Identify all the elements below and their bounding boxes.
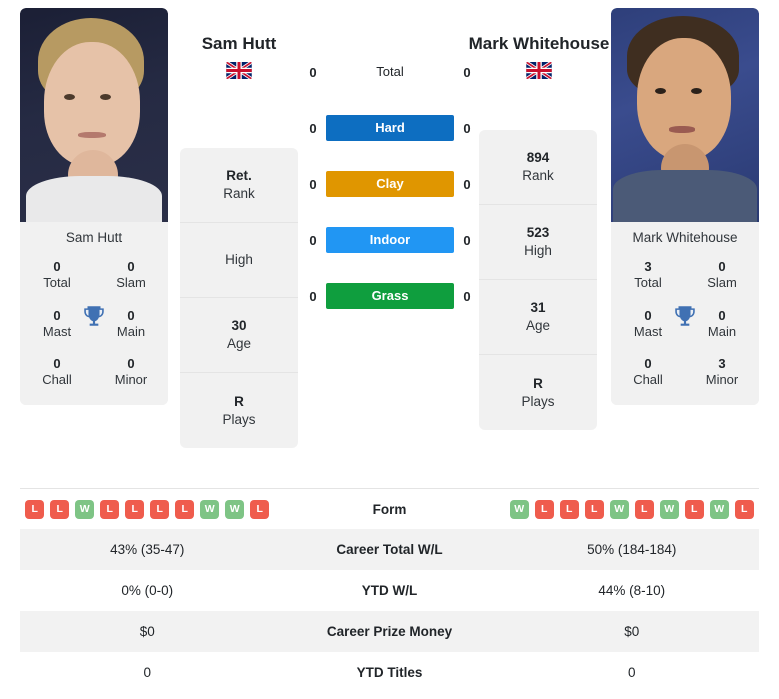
form-badge-w[interactable]: W <box>709 499 729 519</box>
title-stat: 0 Chall <box>633 356 663 388</box>
uk-flag-icon <box>526 62 552 80</box>
form-badge-w[interactable]: W <box>609 499 629 519</box>
title-stat: 0 Chall <box>42 356 72 388</box>
info-cell-high: 523 High <box>479 205 597 280</box>
trophy-icon <box>81 303 107 329</box>
form-cell-left: LLWLLLLWWL <box>20 499 275 519</box>
h2h-score-right: 0 <box>463 64 471 80</box>
h2h-score-left: 0 <box>309 288 317 304</box>
surface-badge-grass: Grass <box>326 283 454 309</box>
form-badge-l[interactable]: L <box>50 499 70 519</box>
h2h-score-left: 0 <box>309 176 317 192</box>
form-badge-l[interactable]: L <box>734 499 754 519</box>
player-name-right[interactable]: Mark Whitehouse <box>468 33 610 80</box>
player-name-left-text: Sam Hutt <box>201 34 277 53</box>
player-photo-name-left: Sam Hutt <box>20 222 168 255</box>
h2h-row-total: 0 Total 0 <box>300 58 480 86</box>
h2h-score-left: 0 <box>309 232 317 248</box>
uk-flag-icon <box>226 62 252 80</box>
stat-value-right: 44% (8-10) <box>598 583 666 598</box>
info-cell-plays: R Plays <box>222 393 256 427</box>
h2h-score-right: 0 <box>463 120 471 136</box>
h2h-score-right: 0 <box>463 288 471 304</box>
h2h-row-grass: 0 Grass 0 <box>300 282 480 310</box>
stat-value-left: $0 <box>139 624 155 639</box>
head-to-head-panel: 0 Total 0 0 Hard 0 0 Clay 0 0 Indoor 0 0 <box>300 58 480 310</box>
table-row: 0 YTD Titles 0 <box>20 652 759 693</box>
info-column-left: Ret. Rank High 30 Age R Plays <box>180 148 298 448</box>
title-stat: 3 Total <box>634 259 662 291</box>
form-badge-l[interactable]: L <box>150 499 170 519</box>
info-cell-high: High <box>180 223 298 298</box>
form-badge-l[interactable]: L <box>559 499 579 519</box>
titles-grid-left: 0 Total 0 Slam 0 Mast 0 Main 0 Chall 0 M… <box>20 255 168 405</box>
h2h-score-right: 0 <box>463 176 471 192</box>
form-badge-l[interactable]: L <box>584 499 604 519</box>
stat-value-right: 0 <box>627 665 636 680</box>
comparison-header-section: Sam Hutt 0 Total 0 Slam 0 Mast 0 Main 0 … <box>0 0 779 470</box>
form-badge-w[interactable]: W <box>659 499 679 519</box>
title-stat: 3 Minor <box>705 356 739 388</box>
form-badge-w[interactable]: W <box>75 499 95 519</box>
form-badge-w[interactable]: W <box>509 499 529 519</box>
form-badge-l[interactable]: L <box>684 499 704 519</box>
titles-grid-right: 3 Total 0 Slam 0 Mast 0 Main 0 Chall 3 M… <box>611 255 759 405</box>
info-column-right: 894 Rank 523 High 31 Age R Plays <box>479 130 597 430</box>
table-row: $0 Career Prize Money $0 <box>20 611 759 652</box>
trophy-icon <box>672 303 698 329</box>
stat-value-right: $0 <box>624 624 640 639</box>
player-card-right[interactable]: Mark Whitehouse 3 Total 0 Slam 0 Mast 0 … <box>611 8 759 405</box>
player-photo-left <box>20 8 168 222</box>
surface-badge-hard: Hard <box>326 115 454 141</box>
stat-label: YTD Titles <box>356 665 423 680</box>
form-badge-l[interactable]: L <box>25 499 45 519</box>
title-stat: 0 Slam <box>707 259 737 291</box>
stat-value-left: 43% (35-47) <box>110 542 185 557</box>
h2h-row-indoor: 0 Indoor 0 <box>300 226 480 254</box>
title-stat: 0 Slam <box>116 259 146 291</box>
info-cell-age: 30 Age <box>180 298 298 373</box>
stat-value-left: 0% (0-0) <box>121 583 174 598</box>
form-badge-l[interactable]: L <box>634 499 654 519</box>
stat-label: Career Total W/L <box>336 542 443 557</box>
form-cell-right: WLLLWLWLWL <box>505 499 760 519</box>
form-badge-w[interactable]: W <box>200 499 220 519</box>
player-name-left[interactable]: Sam Hutt <box>168 33 310 80</box>
surface-badge-clay: Clay <box>326 171 454 197</box>
form-badge-l[interactable]: L <box>175 499 195 519</box>
form-badge-l[interactable]: L <box>100 499 120 519</box>
player-comparison-page: Sam Hutt 0 Total 0 Slam 0 Mast 0 Main 0 … <box>0 0 779 699</box>
stat-label: YTD W/L <box>361 583 418 598</box>
form-badge-l[interactable]: L <box>250 499 270 519</box>
form-badge-w[interactable]: W <box>225 499 245 519</box>
h2h-row-hard: 0 Hard 0 <box>300 114 480 142</box>
form-badge-l[interactable]: L <box>125 499 145 519</box>
stat-label: Career Prize Money <box>326 624 453 639</box>
h2h-label: Total <box>376 64 404 79</box>
title-stat: 0 Minor <box>114 356 148 388</box>
h2h-score-right: 0 <box>463 232 471 248</box>
info-cell-rank: Ret. Rank <box>180 148 298 223</box>
info-cell-plays: R Plays <box>521 375 555 409</box>
stat-label: Form <box>372 501 407 517</box>
player-photo-name-right: Mark Whitehouse <box>611 222 759 255</box>
table-row: 43% (35-47) Career Total W/L 50% (184-18… <box>20 529 759 570</box>
player-photo-right <box>611 8 759 222</box>
player-name-right-text: Mark Whitehouse <box>468 34 610 53</box>
surface-badge-indoor: Indoor <box>326 227 454 253</box>
stat-value-left: 0 <box>143 665 151 680</box>
table-row: 0% (0-0) YTD W/L 44% (8-10) <box>20 570 759 611</box>
h2h-score-left: 0 <box>309 120 317 136</box>
info-cell-rank: 894 Rank <box>479 130 597 205</box>
player-card-left[interactable]: Sam Hutt 0 Total 0 Slam 0 Mast 0 Main 0 … <box>20 8 168 405</box>
stat-value-right: 50% (184-184) <box>587 542 677 557</box>
table-row-form: LLWLLLLWWL Form WLLLWLWLWL <box>20 488 759 529</box>
info-cell-age: 31 Age <box>479 280 597 355</box>
title-stat: 0 Total <box>43 259 71 291</box>
h2h-row-clay: 0 Clay 0 <box>300 170 480 198</box>
h2h-score-left: 0 <box>309 64 317 80</box>
stats-table: LLWLLLLWWL Form WLLLWLWLWL 43% (35-47) C… <box>20 488 759 693</box>
form-badge-l[interactable]: L <box>534 499 554 519</box>
